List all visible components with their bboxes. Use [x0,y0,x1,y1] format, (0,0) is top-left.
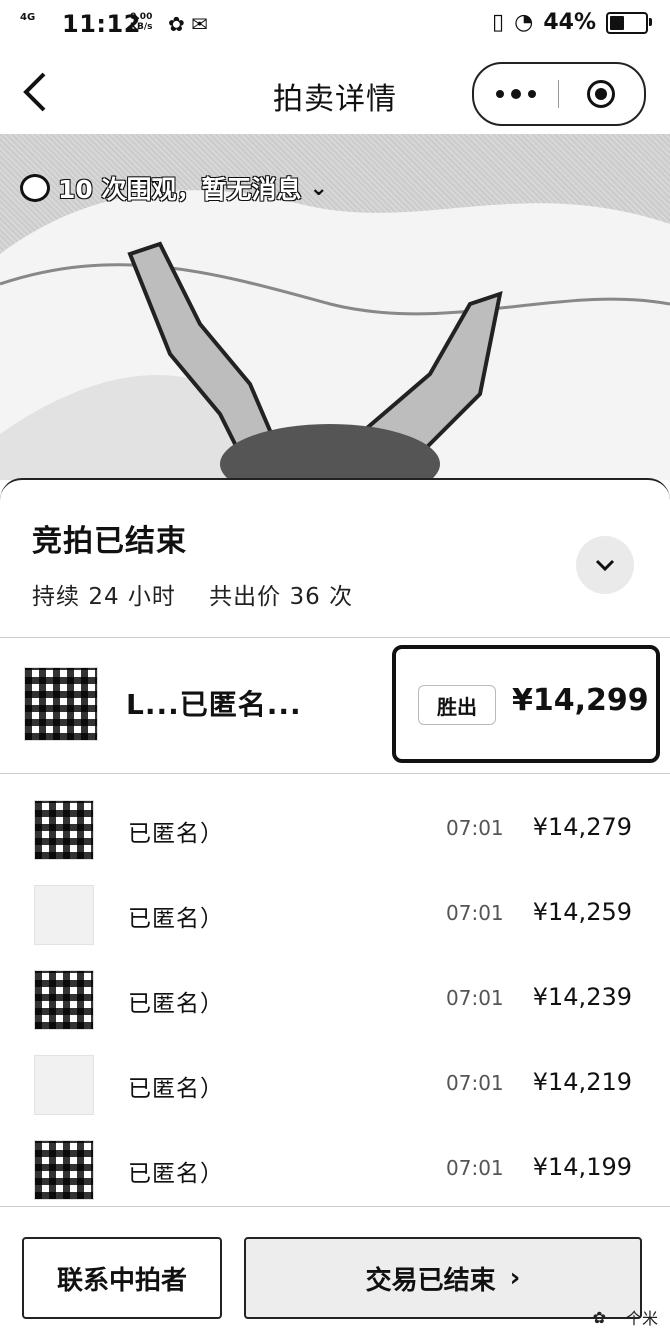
bid-time: 07:01 [446,901,504,925]
bids-unit: 次 [329,584,354,610]
bidder-name: 已匿名） [128,991,224,1017]
bid-price: ¥14,199 [532,1153,632,1181]
chevron-right-icon: › [509,1263,521,1293]
notification-icons: ✿ ✉ [168,12,208,36]
network-speed: 0.00 KB/s [130,12,152,32]
battery-percent: 44% [543,10,596,35]
bid-time: 07:01 [446,816,504,840]
status-right: ▯ ◔ 44% [492,10,652,35]
bid-price: ¥14,239 [532,983,632,1011]
views-summary[interactable]: 10 次围观，暂无消息 ⌄ [20,170,328,206]
avatar [34,970,94,1030]
avatar [24,667,98,741]
winning-price-box: 胜出 ¥14,299 [392,645,660,763]
bid-price: ¥14,279 [532,813,632,841]
duration-value: 24 [88,584,120,610]
speed-unit: KB/s [130,22,153,32]
duration-label: 持续 [32,584,80,610]
close-button[interactable] [559,64,643,124]
winning-price: ¥14,299 [512,683,649,718]
avatar [34,800,94,860]
mini-program-capsule [472,62,646,126]
expand-button[interactable] [576,536,634,594]
chat-bubble-icon [20,174,50,202]
wechat-icon: ✿ [168,12,185,36]
bid-row[interactable]: 已匿名） 07:01 ¥14,279 [0,786,670,871]
bidder-name: 已匿名） [128,1161,224,1187]
contact-winner-button[interactable]: 联系中拍者 [22,1237,222,1319]
wechat-icon: ✿ [592,1307,606,1327]
divider [0,637,670,638]
trade-ended-label: 交易已结束 [365,1265,496,1296]
bidder-name: 已匿名） [128,821,224,847]
chevron-down-icon [595,559,615,572]
divider [0,773,670,774]
bid-price: ¥14,219 [532,1068,632,1096]
chevron-down-icon: ⌄ [309,175,328,201]
bottom-action-bar: 联系中拍者 交易已结束 › ✿ 一个米 [0,1206,670,1343]
more-dot-icon [496,90,504,98]
battery-fill [610,15,625,30]
winner-badge: 胜出 [418,685,496,725]
trade-ended-button[interactable]: 交易已结束 › [244,1237,642,1319]
bids-count: 36 [289,584,321,610]
duration-unit: 小时 [127,584,176,610]
bids-label: 共出价 [209,584,282,610]
bidder-name: 已匿名） [128,906,224,932]
avatar [34,885,94,945]
status-bar: 4G 11:12 0.00 KB/s ✿ ✉ ▯ ◔ 44% [0,0,670,52]
network-indicator: 4G [20,12,36,23]
target-icon [587,80,615,108]
bid-time: 07:01 [446,986,504,1010]
more-dot-icon [511,89,521,99]
wifi-icon: ◔ [514,10,534,35]
watermark-text: 一个米 [609,1309,658,1328]
more-button[interactable] [474,64,558,124]
bid-row[interactable]: 已匿名） 07:01 ¥14,239 [0,956,670,1041]
speed-value: 0.00 [130,12,153,22]
bid-time: 07:01 [446,1071,504,1095]
mail-icon: ✉ [191,12,208,36]
views-text: 10 次围观，暂无消息 [58,175,302,204]
auction-summary: 持续 24 小时 共出价 36 次 [32,577,353,611]
watermark: ✿ 一个米 [593,1305,658,1329]
bid-row[interactable]: 已匿名） 07:01 ¥14,199 [0,1126,670,1211]
vibrate-icon: ▯ [492,10,505,35]
nav-bar: 拍卖详情 [0,52,670,134]
battery-icon [606,11,652,34]
bidder-name: L...已匿名... [126,688,302,721]
bid-price: ¥14,259 [532,898,632,926]
bid-row[interactable]: 已匿名） 07:01 ¥14,219 [0,1041,670,1126]
auction-status: 竞拍已结束 [32,524,187,559]
product-image[interactable]: 10 次围观，暂无消息 ⌄ [0,134,670,480]
bid-time: 07:01 [446,1156,504,1180]
bidder-name: 已匿名） [128,1076,224,1102]
winning-bid-row[interactable]: L...已匿名... 胜出 ¥14,299 [0,639,670,771]
avatar [34,1140,94,1200]
avatar [34,1055,94,1115]
more-dot-icon [528,90,536,98]
bid-row[interactable]: 已匿名） 07:01 ¥14,259 [0,871,670,956]
